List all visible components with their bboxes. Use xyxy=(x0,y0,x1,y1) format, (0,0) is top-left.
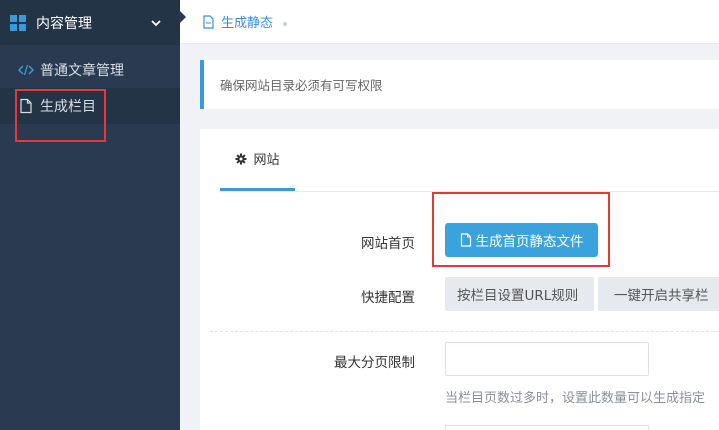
generate-homepage-button[interactable]: 生成首页静态文件 xyxy=(445,223,598,257)
chevron-down-icon xyxy=(151,19,161,26)
sidebar-item-label: 生成栏目 xyxy=(40,99,96,115)
file-icon xyxy=(460,233,471,247)
gear-icon xyxy=(235,153,247,164)
top-bar: 生成静态 xyxy=(179,0,719,44)
homepage-label: 网站首页 xyxy=(361,236,415,252)
tab-website-label: 网站 xyxy=(253,153,280,168)
sidebar-item-article-manage[interactable]: 普通文章管理 xyxy=(0,52,180,88)
main-panel: 网站 网站首页 生成首页静态文件 快捷配置 按栏目设置URL规则 一键开启共享栏… xyxy=(200,129,719,430)
max-page-help: 当栏目页数过多时，设置此数量可以生成指定 xyxy=(445,391,706,406)
sidebar-header[interactable]: 内容管理 xyxy=(0,0,180,45)
url-rule-button[interactable]: 按栏目设置URL规则 xyxy=(445,277,594,311)
max-page-label: 最大分页限制 xyxy=(334,355,415,371)
share-column-button[interactable]: 一键开启共享栏 xyxy=(598,277,719,311)
grid-icon xyxy=(10,14,26,31)
code-icon xyxy=(18,64,34,76)
share-column-label: 一键开启共享栏 xyxy=(614,288,709,304)
divider xyxy=(210,331,719,332)
file-icon xyxy=(203,14,214,29)
notice-box: 确保网站目录必须有可写权限 xyxy=(200,60,719,109)
next-input[interactable] xyxy=(445,425,649,430)
sidebar: 内容管理 普通文章管理 生成栏目 xyxy=(0,0,180,430)
notice-text: 确保网站目录必须有可写权限 xyxy=(220,78,383,93)
sidebar-item-label: 普通文章管理 xyxy=(40,63,124,79)
tab-close-dot[interactable] xyxy=(283,21,288,26)
sidebar-item-generate-column[interactable]: 生成栏目 xyxy=(0,88,180,124)
tab-generate-static[interactable]: 生成静态 xyxy=(202,12,288,31)
tab-website[interactable]: 网站 xyxy=(220,129,295,191)
quick-config-label: 快捷配置 xyxy=(361,290,415,306)
file-icon xyxy=(20,98,32,114)
sidebar-header-title: 内容管理 xyxy=(36,15,92,32)
sidebar-notch xyxy=(179,10,186,24)
generate-homepage-label: 生成首页静态文件 xyxy=(475,234,584,250)
tab-divider xyxy=(220,191,719,192)
url-rule-label: 按栏目设置URL规则 xyxy=(457,288,579,304)
tab-label: 生成静态 xyxy=(221,16,274,31)
max-page-input[interactable] xyxy=(445,342,649,376)
